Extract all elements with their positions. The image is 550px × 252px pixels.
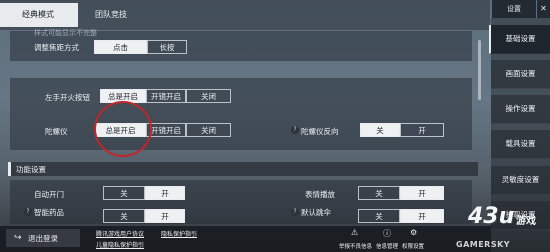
close-icon[interactable]: ✕ xyxy=(537,0,550,18)
nav-basic[interactable]: 基础设置 xyxy=(489,25,550,54)
nav-vehicle[interactable]: 载具设置 xyxy=(491,130,550,159)
emote-on[interactable]: 开 xyxy=(400,186,444,200)
tab-classic-label: 经典模式 xyxy=(22,10,54,19)
left-fire-scope[interactable]: 开镜开启 xyxy=(146,89,186,103)
annotation-circle xyxy=(94,101,152,157)
fire-gyro-panel xyxy=(10,78,472,150)
user-agreement-link[interactable]: 腾讯游戏用户协议 xyxy=(96,229,144,238)
gyro-reverse-on[interactable]: 开 xyxy=(400,123,444,137)
default-chute-help-icon[interactable]: ? xyxy=(291,208,299,216)
gyro-reverse-label: 陀螺仪反向 xyxy=(301,127,339,136)
left-fire-label: 左手开火按钮 xyxy=(45,93,90,102)
privacy-link[interactable]: 隐私保护指引 xyxy=(161,229,197,238)
gyro-reverse-off[interactable]: 关 xyxy=(360,123,400,137)
nav-sensitivity[interactable]: 灵敏度设置 xyxy=(491,166,550,195)
info-mgmt-label: 信息管理 xyxy=(376,244,399,250)
child-privacy-link[interactable]: 儿童隐私保护指引 xyxy=(96,240,144,249)
watermark-brand: GAMERSKY xyxy=(456,240,511,249)
auto-door-on[interactable]: 开 xyxy=(145,186,185,200)
smart-med-on[interactable]: 开 xyxy=(145,209,185,223)
default-chute-on[interactable]: 开 xyxy=(400,209,444,223)
logout-label: 退出登录 xyxy=(28,234,58,243)
logout-icon: ↪ xyxy=(14,233,22,243)
gyro-label: 陀螺仪 xyxy=(45,127,68,136)
smart-med-label: 智能药品 xyxy=(34,208,64,217)
permission-label: 权限设置 xyxy=(402,244,425,250)
emote-label: 表情播放 xyxy=(305,190,335,199)
function-header-accent xyxy=(8,162,11,176)
focus-mode-label: 调整焦距方式 xyxy=(34,43,79,52)
gyro-reverse-help-icon[interactable]: ? xyxy=(291,126,299,134)
gyro-scope[interactable]: 开镜开启 xyxy=(146,123,186,137)
default-chute-off[interactable]: 关 xyxy=(358,209,400,223)
watermark-sub: 游戏 xyxy=(516,216,536,227)
nav-controls[interactable]: 操作设置 xyxy=(491,95,550,124)
default-chute-label: 默认跳伞 xyxy=(301,208,331,217)
smart-med-help-icon[interactable]: ? xyxy=(24,208,32,216)
tab-team[interactable]: 团队竞技 xyxy=(95,9,127,20)
permission-icon[interactable]: ⚙ xyxy=(410,228,417,237)
report-label: 举报不良信息 xyxy=(339,244,373,250)
function-header xyxy=(8,162,478,176)
focus-hold-option[interactable]: 长按 xyxy=(147,40,187,54)
left-fire-off[interactable]: 关闭 xyxy=(186,89,231,103)
emote-off[interactable]: 关 xyxy=(358,186,400,200)
smart-med-off[interactable]: 关 xyxy=(103,209,145,223)
info-mgmt-icon[interactable]: ⓘ xyxy=(383,228,391,239)
gyro-off[interactable]: 关闭 xyxy=(186,123,231,137)
auto-door-off[interactable]: 关 xyxy=(103,186,145,200)
auto-door-label: 自动开门 xyxy=(34,190,64,199)
watermark-logo: 43u xyxy=(468,204,515,229)
settings-top-button[interactable]: 设置 xyxy=(492,0,536,18)
nav-graphics[interactable]: 画面设置 xyxy=(491,60,550,89)
function-title: 功能设置 xyxy=(16,165,46,174)
cut-row-label: 样式可能显示不完整 xyxy=(34,29,97,37)
report-icon[interactable]: ⚠ xyxy=(351,228,358,237)
focus-click-option[interactable]: 点击 xyxy=(94,40,147,54)
scrollbar[interactable] xyxy=(478,40,481,100)
